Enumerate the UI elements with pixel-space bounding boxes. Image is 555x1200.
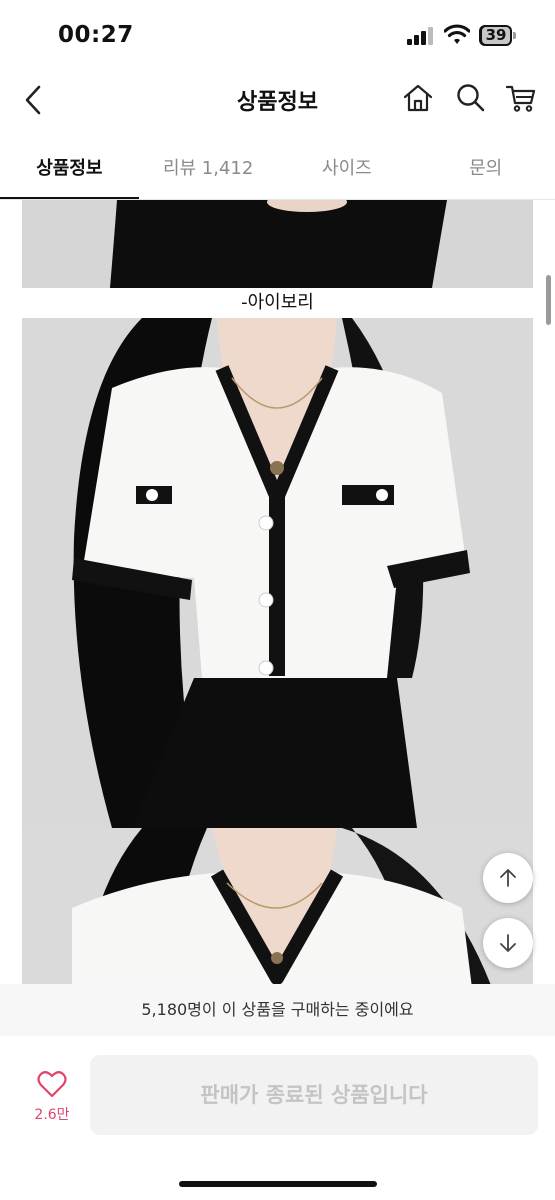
tab-product-info[interactable]: 상품정보 xyxy=(0,138,139,200)
like-button[interactable]: 2.6만 xyxy=(24,1070,80,1124)
product-photo-main xyxy=(22,318,533,828)
arrow-up-icon xyxy=(500,869,516,887)
status-time: 00:27 xyxy=(58,22,134,48)
battery-level: 39 xyxy=(482,27,510,44)
tab-size[interactable]: 사이즈 xyxy=(278,138,417,200)
like-count: 2.6만 xyxy=(34,1107,70,1123)
battery-icon: 39 xyxy=(479,25,516,46)
home-icon[interactable] xyxy=(402,82,434,114)
wifi-icon xyxy=(444,24,470,44)
color-option-caption: -아이보리 xyxy=(241,292,314,313)
product-photo-lower xyxy=(22,828,533,984)
tab-bar: 상품정보 리뷰 1,412 사이즈 문의 xyxy=(0,138,555,200)
status-bar: 00:27 39 xyxy=(0,0,555,72)
product-page: 00:27 39 상품정보 상품정보 리뷰 1,412 사이즈 문의 -아이보리… xyxy=(0,0,555,1200)
purchase-activity-notice: 5,180명이 이 상품을 구매하는 중이에요 xyxy=(0,984,555,1036)
cart-icon[interactable] xyxy=(505,82,537,114)
search-icon[interactable] xyxy=(455,82,487,114)
cellular-signal-icon xyxy=(407,27,435,45)
bottom-action-bar: 2.6만 판매가 종료된 상품입니다 xyxy=(0,1036,555,1200)
scroll-down-button[interactable] xyxy=(483,918,533,968)
heart-icon xyxy=(37,1071,67,1098)
product-photo-top xyxy=(22,200,533,288)
tab-reviews[interactable]: 리뷰 1,412 xyxy=(139,138,278,200)
top-nav: 상품정보 xyxy=(0,72,555,128)
tab-inquiry[interactable]: 문의 xyxy=(416,138,555,200)
product-detail-content: -아이보리 xyxy=(0,200,555,984)
sold-out-button[interactable]: 판매가 종료된 상품입니다 xyxy=(90,1055,538,1135)
scrollbar-thumb[interactable] xyxy=(546,275,551,325)
scroll-up-button[interactable] xyxy=(483,853,533,903)
arrow-down-icon xyxy=(500,934,516,952)
home-indicator xyxy=(179,1181,377,1187)
